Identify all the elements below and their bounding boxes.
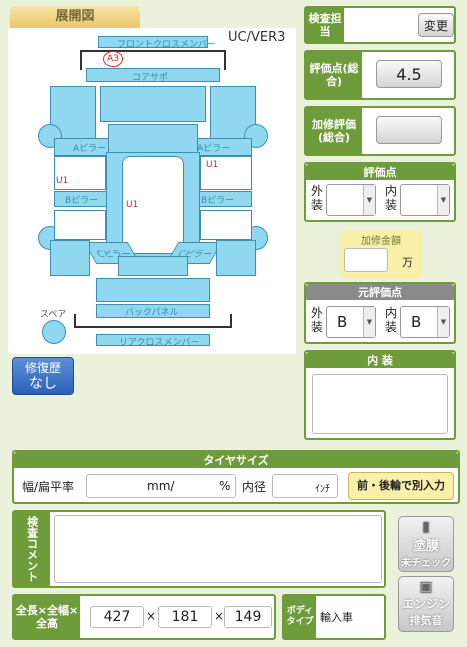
tire-mm-label: mm/ xyxy=(147,479,175,493)
chevron-down-icon: ▼ xyxy=(437,185,449,215)
part-rear-glass[interactable] xyxy=(118,256,188,276)
comment-label-text: 検査コメント xyxy=(25,516,39,582)
original-interior-label: 内装 xyxy=(384,306,397,334)
chevron-down-icon: ▼ xyxy=(363,307,375,337)
original-exterior-select[interactable]: B ▼ xyxy=(326,306,376,338)
tire-title: タイヤサイズ xyxy=(14,452,458,468)
score-detail-panel: 評価点 外装 ▼ 内装 ▼ xyxy=(304,162,456,222)
version-label: UC/VER3 xyxy=(228,30,286,45)
score-exterior-select[interactable]: ▼ xyxy=(326,184,376,216)
original-exterior-value: B xyxy=(337,313,348,331)
repair-history-button[interactable]: 修復歴 なし xyxy=(12,357,74,395)
part-right-quarter[interactable] xyxy=(216,240,256,276)
paint-icon: ▮ xyxy=(422,519,430,535)
width-input[interactable]: 181 xyxy=(158,606,212,628)
engine-title: エンジン xyxy=(401,597,450,611)
dimensions-panel: 全長×全幅×全高 427 × 181 × 149 xyxy=(12,594,276,640)
engine-sound-button[interactable]: ▣ エンジン 排気音 xyxy=(398,576,454,632)
comment-label: 検査コメント xyxy=(14,512,50,586)
body-type-value: 輸入車 xyxy=(320,611,353,624)
repair-cost-title: 加修金額 xyxy=(361,236,401,247)
part-trunk[interactable] xyxy=(96,278,210,302)
tire-width-input[interactable]: mm/ % xyxy=(86,474,236,498)
tire-inner-input[interactable]: ｲﾝﾁ xyxy=(272,474,338,498)
score-total-button[interactable]: 4.5 xyxy=(376,60,442,88)
part-windshield[interactable] xyxy=(108,124,198,154)
repair-history-value: なし xyxy=(29,376,57,392)
damage-mark: U1 xyxy=(126,200,139,210)
rear-bracket xyxy=(74,314,232,328)
tire-inch-label: ｲﾝﾁ xyxy=(315,484,330,495)
body-type-label: ボディタイプ xyxy=(284,596,316,638)
score-exterior-label: 外装 xyxy=(310,184,323,212)
engine-icon: ▣ xyxy=(419,579,433,595)
original-score-title: 元評価点 xyxy=(306,284,454,300)
repair-score-panel: 加修評価(総合) xyxy=(304,106,456,156)
original-interior-select[interactable]: B ▼ xyxy=(400,306,450,338)
repair-cost-unit: 万 xyxy=(402,256,413,269)
score-total-label: 評価点(総合) xyxy=(306,52,362,98)
part-front-cross-member[interactable]: フロントクロスメンバー xyxy=(98,36,216,50)
part-left-quarter[interactable] xyxy=(50,240,90,276)
part-spare-tire[interactable] xyxy=(42,320,66,344)
engine-sub: 排気音 xyxy=(409,614,443,627)
a-pillar-left-label: Aピラー xyxy=(73,144,107,154)
part-rear-cross-member[interactable]: リアクロスメンバー xyxy=(96,334,210,348)
damage-mark: U1 xyxy=(206,160,219,170)
tire-panel: タイヤサイズ 幅/扁平率 mm/ % 内径 ｲﾝﾁ 前・後輪で別入力 xyxy=(12,450,460,504)
part-left-rear-door[interactable] xyxy=(54,210,106,240)
part-core-support[interactable]: コアサポ xyxy=(86,68,220,83)
original-interior-value: B xyxy=(411,313,422,331)
tire-split-button[interactable]: 前・後輪で別入力 xyxy=(348,472,454,500)
body-type-panel: ボディタイプ 輸入車 xyxy=(282,594,386,640)
tire-pct-label: % xyxy=(219,479,231,493)
front-cross-member-label: フロントクロスメンバー xyxy=(117,40,217,50)
score-total-panel: 評価点(総合) 4.5 xyxy=(304,50,456,100)
score-interior-label: 内装 xyxy=(384,184,397,212)
vehicle-diagram[interactable]: UC/VER3 フロントクロスメンバー A3 コアサポ Aピラー Aピラー Bピ… xyxy=(8,28,296,354)
paint-check-button[interactable]: ▮ 塗膜 未チェック xyxy=(398,516,454,572)
part-right-rear-door[interactable] xyxy=(200,210,252,240)
times-sign: × xyxy=(214,609,225,623)
repair-score-button[interactable] xyxy=(376,116,442,144)
chevron-down-icon: ▼ xyxy=(437,307,449,337)
inspector-label: 検査担当 xyxy=(306,8,344,42)
a-pillar-right-label: Aピラー xyxy=(197,144,231,154)
score-detail-title: 評価点 xyxy=(306,164,454,180)
change-inspector-button[interactable]: 変更 xyxy=(418,13,454,37)
spare-label: スペア xyxy=(40,310,67,320)
chevron-down-icon: ▼ xyxy=(363,185,375,215)
diagram-tab: 展開図 xyxy=(10,6,140,28)
tire-inner-label: 内径 xyxy=(242,480,267,494)
comment-panel: 検査コメント xyxy=(12,510,386,588)
length-input[interactable]: 427 xyxy=(90,606,144,628)
paint-title: 塗膜 xyxy=(412,539,439,554)
inspector-panel: 検査担当 変更 xyxy=(304,6,456,44)
times-sign: × xyxy=(146,609,157,623)
score-interior-select[interactable]: ▼ xyxy=(400,184,450,216)
b-pillar-left-label: Bピラー xyxy=(65,196,99,206)
repair-cost-panel: 加修金額 万 xyxy=(340,230,422,278)
comment-textarea[interactable] xyxy=(54,515,382,583)
height-input[interactable]: 149 xyxy=(224,606,272,628)
interior-panel: 内 装 xyxy=(304,350,456,440)
core-support-label: コアサポ xyxy=(132,73,169,83)
repair-score-label: 加修評価(総合) xyxy=(306,108,362,154)
dimensions-label: 全長×全幅×全高 xyxy=(14,596,80,638)
repair-cost-input[interactable] xyxy=(344,248,388,272)
part-hood[interactable] xyxy=(100,86,206,122)
repair-history-title: 修復歴 xyxy=(24,361,61,375)
original-exterior-label: 外装 xyxy=(310,306,323,334)
tire-width-label: 幅/扁平率 xyxy=(22,480,75,494)
interior-textarea[interactable] xyxy=(312,374,448,434)
paint-sub: 未チェック xyxy=(401,558,451,569)
front-bracket xyxy=(80,50,226,70)
b-pillar-right-label: Bピラー xyxy=(201,196,235,206)
damage-mark: U1 xyxy=(56,176,69,186)
rear-cross-member-label: リアクロスメンバー xyxy=(119,338,200,348)
original-score-panel: 元評価点 外装 B ▼ 内装 B ▼ xyxy=(304,282,456,344)
interior-title: 内 装 xyxy=(306,352,454,368)
marker-a3: A3 xyxy=(103,51,123,67)
